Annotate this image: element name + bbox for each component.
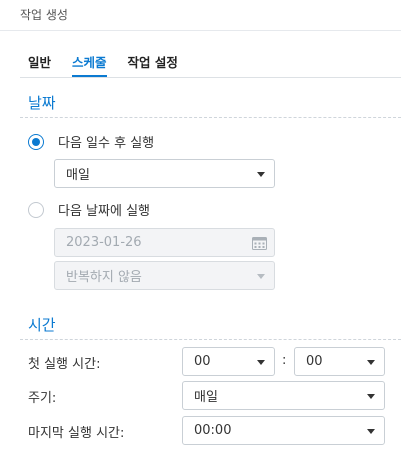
run-every-days-value: 매일 — [66, 168, 90, 183]
window-title: 작업 생성 — [20, 8, 68, 22]
calendar-icon[interactable] — [252, 236, 267, 250]
first-run-time-label: 첫 실행 시간: — [28, 357, 101, 372]
tab-bar: 일반 스케줄 작업 설정 — [28, 52, 199, 77]
first-run-minute-select[interactable]: 00 — [294, 347, 385, 376]
first-run-hour-select[interactable]: 00 — [182, 347, 275, 376]
chevron-down-icon — [367, 394, 375, 399]
run-every-days-option[interactable]: 다음 일수 후 실행 — [28, 132, 154, 151]
chevron-down-icon — [367, 360, 375, 365]
time-separator: : — [282, 353, 287, 368]
first-run-hour-value: 00 — [194, 354, 211, 369]
tabs-divider — [20, 77, 401, 78]
chevron-down-icon — [257, 274, 265, 279]
time-section-divider — [20, 339, 401, 340]
repeat-select[interactable]: 반복하지 않음 — [54, 261, 275, 290]
date-section-divider — [20, 117, 401, 118]
radio-run-on-date[interactable] — [28, 201, 44, 218]
last-run-time-value: 00:00 — [194, 423, 232, 438]
run-every-days-label: 다음 일수 후 실행 — [58, 136, 155, 151]
repeat-value: 반복하지 않음 — [66, 270, 142, 285]
last-run-time-label: 마지막 실행 시간: — [28, 426, 125, 441]
run-every-days-select[interactable]: 매일 — [54, 159, 275, 188]
tab-task-settings[interactable]: 작업 설정 — [128, 52, 178, 71]
run-on-date-label: 다음 날짜에 실행 — [58, 204, 150, 219]
chevron-down-icon — [257, 172, 265, 177]
frequency-label: 주기: — [28, 391, 57, 406]
run-on-date-option[interactable]: 다음 날짜에 실행 — [28, 200, 150, 219]
chevron-down-icon — [367, 429, 375, 434]
first-run-minute-value: 00 — [306, 354, 323, 369]
tab-general[interactable]: 일반 — [28, 52, 51, 71]
tab-schedule[interactable]: 스케줄 — [72, 52, 107, 77]
time-section-title: 시간 — [28, 316, 56, 334]
run-date-value: 2023-01-26 — [66, 235, 142, 250]
run-date-input[interactable]: 2023-01-26 — [54, 228, 275, 257]
frequency-select[interactable]: 매일 — [182, 381, 385, 410]
header-divider — [0, 30, 401, 31]
last-run-time-select[interactable]: 00:00 — [182, 416, 385, 445]
chevron-down-icon — [257, 360, 265, 365]
date-section-title: 날짜 — [28, 94, 56, 112]
radio-run-every-days[interactable] — [28, 133, 44, 150]
frequency-value: 매일 — [194, 390, 218, 405]
